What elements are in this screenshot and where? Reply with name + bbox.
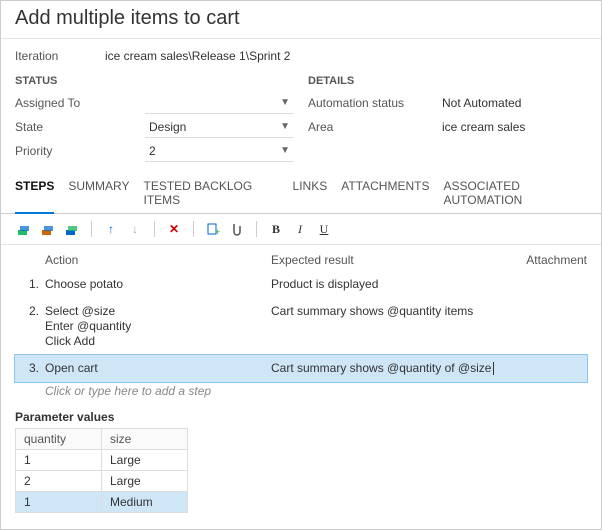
status-heading: STATUS bbox=[15, 69, 294, 91]
move-up-icon[interactable]: ↑ bbox=[102, 220, 120, 238]
toolbar-sep bbox=[193, 221, 194, 237]
iteration-label: Iteration bbox=[15, 49, 105, 63]
param-cell[interactable]: 2 bbox=[16, 471, 102, 492]
page-title: Add multiple items to cart bbox=[1, 1, 601, 39]
col-action: Action bbox=[45, 253, 271, 267]
steps-toolbar: ↑ ↓ ✕ + B I U bbox=[1, 214, 601, 245]
param-row[interactable]: 1Large bbox=[16, 450, 188, 471]
state-dropdown[interactable]: Design ▼ bbox=[145, 116, 294, 138]
move-down-icon[interactable]: ↓ bbox=[126, 220, 144, 238]
chevron-down-icon: ▼ bbox=[280, 145, 290, 156]
italic-icon[interactable]: I bbox=[291, 220, 309, 238]
step-action[interactable]: Open cart bbox=[45, 361, 271, 376]
automation-status-value-wrap[interactable]: Not Automated bbox=[438, 92, 587, 114]
attach-icon[interactable] bbox=[228, 220, 246, 238]
param-cell[interactable]: Large bbox=[102, 471, 188, 492]
area-label: Area bbox=[308, 120, 438, 134]
priority-value: 2 bbox=[149, 144, 156, 158]
toolbar-sep bbox=[154, 221, 155, 237]
toolbar-sep bbox=[256, 221, 257, 237]
step-row[interactable]: 2.Select @sizeEnter @quantityClick AddCa… bbox=[15, 298, 587, 355]
step-expected[interactable]: Cart summary shows @quantity of @size bbox=[271, 361, 515, 375]
step-num: 2. bbox=[15, 304, 45, 318]
param-row[interactable]: 2Large bbox=[16, 471, 188, 492]
param-col-size[interactable]: size bbox=[102, 429, 188, 450]
bold-icon[interactable]: B bbox=[267, 220, 285, 238]
step-expected[interactable]: Cart summary shows @quantity items bbox=[271, 304, 515, 318]
chevron-down-icon: ▼ bbox=[280, 121, 290, 132]
param-row[interactable]: 1Medium bbox=[16, 492, 188, 513]
details-heading: DETAILS bbox=[308, 69, 587, 91]
parameter-values: Parameter values quantitysize 1Large2Lar… bbox=[1, 408, 601, 523]
underline-icon[interactable]: U bbox=[315, 220, 333, 238]
col-attachment: Attachment bbox=[515, 253, 587, 267]
delete-icon[interactable]: ✕ bbox=[165, 220, 183, 238]
param-cell[interactable]: 1 bbox=[16, 450, 102, 471]
step-expected[interactable]: Product is displayed bbox=[271, 277, 515, 291]
parameter-values-title: Parameter values bbox=[15, 410, 587, 428]
iteration-value[interactable]: ice cream sales\Release 1\Sprint 2 bbox=[105, 49, 587, 63]
manage-steps-icon[interactable] bbox=[63, 220, 81, 238]
tab-tested-backlog-items[interactable]: TESTED BACKLOG ITEMS bbox=[143, 175, 278, 213]
svg-text:+: + bbox=[215, 227, 220, 236]
chevron-down-icon: ▼ bbox=[280, 97, 290, 108]
toolbar-sep bbox=[91, 221, 92, 237]
state-value: Design bbox=[149, 120, 186, 134]
steps-grid: Action Expected result Attachment 1.Choo… bbox=[1, 245, 601, 408]
tabs: STEPS SUMMARY TESTED BACKLOG ITEMS LINKS ATT… bbox=[1, 169, 601, 214]
steps-body: 1.Choose potatoProduct is displayed2.Sel… bbox=[15, 271, 587, 382]
param-cell[interactable]: 1 bbox=[16, 492, 102, 513]
assigned-to-dropdown[interactable]: ▼ bbox=[145, 92, 294, 114]
tab-attachments[interactable]: ATTACHMENTS bbox=[341, 175, 429, 213]
step-row[interactable]: 3.Open cartCart summary shows @quantity … bbox=[15, 355, 587, 382]
area-value-wrap[interactable]: ice cream sales bbox=[438, 116, 587, 138]
step-num: 3. bbox=[15, 361, 45, 375]
step-num: 1. bbox=[15, 277, 45, 291]
step-action[interactable]: Choose potato bbox=[45, 277, 271, 292]
tab-summary[interactable]: SUMMARY bbox=[68, 175, 129, 213]
status-section: STATUS Assigned To ▼ State Design ▼ Prio… bbox=[15, 69, 294, 163]
state-label: State bbox=[15, 120, 145, 134]
details-section: DETAILS Automation status Not Automated … bbox=[308, 69, 587, 163]
col-expected: Expected result bbox=[271, 253, 515, 267]
tab-steps[interactable]: STEPS bbox=[15, 175, 54, 214]
priority-dropdown[interactable]: 2 ▼ bbox=[145, 140, 294, 162]
param-col-quantity[interactable]: quantity bbox=[16, 429, 102, 450]
add-step-placeholder[interactable]: Click or type here to add a step bbox=[15, 382, 587, 406]
step-action[interactable]: Select @sizeEnter @quantityClick Add bbox=[45, 304, 271, 349]
tab-links[interactable]: LINKS bbox=[293, 175, 328, 213]
step-row[interactable]: 1.Choose potatoProduct is displayed bbox=[15, 271, 587, 298]
area-value: ice cream sales bbox=[442, 120, 525, 134]
automation-status-label: Automation status bbox=[308, 96, 438, 110]
priority-label: Priority bbox=[15, 144, 145, 158]
parameter-table[interactable]: quantitysize 1Large2Large1Medium bbox=[15, 428, 188, 513]
param-cell[interactable]: Large bbox=[102, 450, 188, 471]
automation-status-value: Not Automated bbox=[442, 96, 521, 110]
assigned-to-label: Assigned To bbox=[15, 96, 145, 110]
tab-associated-automation[interactable]: ASSOCIATED AUTOMATION bbox=[443, 175, 587, 213]
param-cell[interactable]: Medium bbox=[102, 492, 188, 513]
add-param-icon[interactable]: + bbox=[204, 220, 222, 238]
insert-shared-icon[interactable] bbox=[39, 220, 57, 238]
insert-step-icon[interactable] bbox=[15, 220, 33, 238]
